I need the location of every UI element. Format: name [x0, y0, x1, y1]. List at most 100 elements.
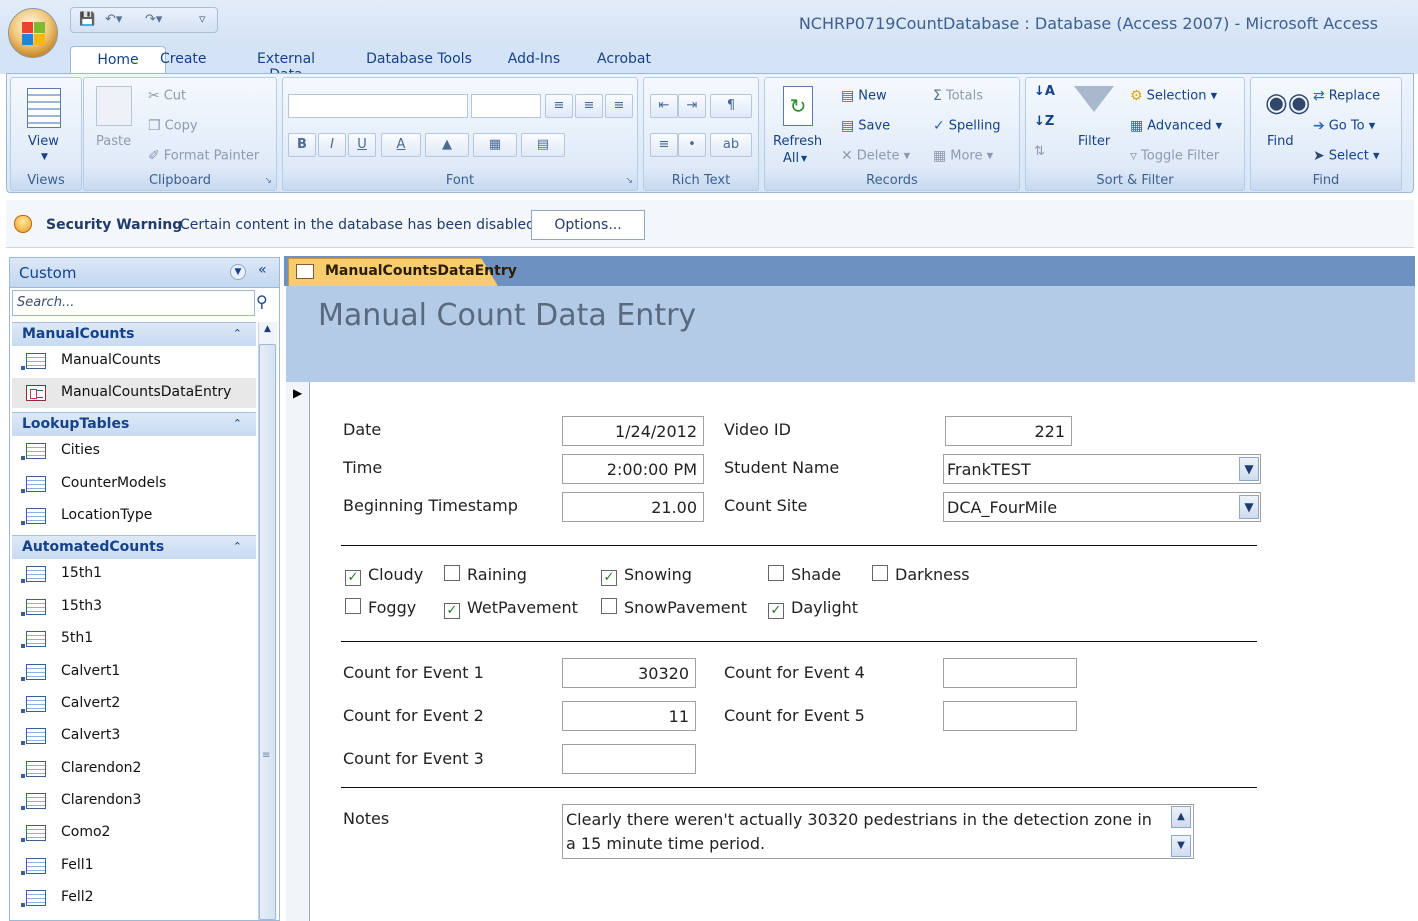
count-event-4-field[interactable] — [943, 658, 1077, 688]
time-field[interactable]: 2:00:00 PM — [562, 454, 704, 484]
increase-indent-icon[interactable]: ⇥ — [678, 94, 706, 118]
bold-button[interactable]: B — [288, 133, 316, 157]
nav-item-calvert3[interactable]: Calvert3 — [12, 721, 256, 751]
video-id-field[interactable]: 221 — [945, 416, 1072, 446]
bullets-icon[interactable]: • — [678, 133, 706, 157]
raining-checkbox[interactable]: Raining — [444, 565, 527, 584]
count-event-3-field[interactable] — [562, 744, 696, 774]
notes-textarea[interactable]: Clearly there weren't actually 30320 ped… — [562, 804, 1194, 859]
chevron-down-icon[interactable]: ▼ — [1239, 457, 1259, 481]
beginning-timestamp-label: Beginning Timestamp — [343, 496, 518, 515]
office-button[interactable] — [8, 8, 58, 58]
date-field[interactable]: 1/24/2012 — [562, 416, 704, 446]
shade-checkbox[interactable]: Shade — [768, 565, 841, 584]
fill-color-icon[interactable]: ▲ — [425, 133, 469, 157]
totals-label: Totals — [945, 88, 983, 104]
align-center-icon[interactable]: ≡ — [575, 94, 603, 118]
font-size-combo[interactable] — [471, 94, 541, 118]
italic-button[interactable]: I — [318, 133, 346, 157]
underline-button[interactable]: U — [348, 133, 376, 157]
gridlines-icon[interactable]: ▦ — [473, 133, 517, 157]
daylight-checkbox[interactable]: ✓ Daylight — [768, 598, 858, 619]
nav-item-calvert1[interactable]: Calvert1 — [12, 657, 256, 687]
record-selector[interactable] — [286, 382, 310, 921]
count-event-1-field[interactable]: 30320 — [562, 658, 696, 688]
font-name-combo[interactable] — [288, 94, 468, 118]
options-button[interactable]: Options... — [531, 210, 645, 240]
scrollbar-thumb[interactable] — [259, 344, 276, 920]
nav-item-fell2[interactable]: Fell2 — [12, 883, 256, 913]
nav-item-locationtype[interactable]: LocationType — [12, 501, 256, 531]
count-event-5-field[interactable] — [943, 701, 1077, 731]
nav-item-fell1[interactable]: Fell1 — [12, 851, 256, 881]
foggy-checkbox[interactable]: Foggy — [345, 598, 416, 617]
nav-group-automatedcounts[interactable]: AutomatedCounts ⌃ — [12, 535, 256, 559]
scroll-down-icon[interactable]: ▼ — [1171, 835, 1191, 857]
dialog-launcher-icon[interactable]: ↘ — [264, 176, 272, 186]
search-icon[interactable]: ⚲ — [256, 292, 268, 311]
nav-item-15th3[interactable]: 15th3 — [12, 592, 256, 622]
nav-pane-title[interactable]: Custom — [19, 264, 76, 282]
nav-item-como2[interactable]: Como2 — [12, 818, 256, 848]
tab-acrobat[interactable]: Acrobat — [596, 51, 652, 67]
align-right-icon[interactable]: ≡ — [605, 94, 633, 118]
form-title: Manual Count Data Entry — [318, 298, 697, 333]
checkbox-box: ✓ — [768, 603, 784, 619]
find-button[interactable]: Find — [1267, 134, 1294, 149]
collapse-icon: ⌃ — [232, 417, 242, 430]
filter-button[interactable]: Filter — [1078, 134, 1110, 149]
paragraph-direction-icon[interactable]: ¶ — [710, 94, 752, 118]
tab-database-tools[interactable]: Database Tools — [366, 51, 472, 67]
alternate-fill-icon[interactable]: ▤ — [521, 133, 565, 157]
count-site-combo[interactable]: DCA_FourMile — [943, 492, 1261, 522]
decrease-indent-icon[interactable]: ⇤ — [650, 94, 678, 118]
nav-item-countermodels[interactable]: CounterModels — [12, 469, 256, 499]
sort-descending-icon[interactable]: ↓Z — [1034, 114, 1054, 129]
snowing-checkbox[interactable]: ✓ Snowing — [601, 565, 692, 586]
nav-item-5th1[interactable]: 5th1 — [12, 624, 256, 654]
chevron-down-icon[interactable]: ▼ — [1239, 495, 1259, 519]
collapse-pane-icon[interactable]: « — [258, 262, 267, 278]
tab-home[interactable]: Home — [70, 46, 166, 76]
paste-button[interactable]: Paste — [96, 134, 131, 149]
snowpavement-checkbox[interactable]: SnowPavement — [601, 598, 747, 617]
scroll-up-icon[interactable]: ▲ — [259, 324, 276, 342]
nav-item-manualcountsdataentry[interactable]: ManualCountsDataEntry — [12, 378, 256, 408]
sort-ascending-icon[interactable]: ↓A — [1034, 84, 1055, 99]
table-icon — [21, 825, 46, 842]
table-icon — [21, 761, 46, 778]
nav-item-calvert2[interactable]: Calvert2 — [12, 689, 256, 719]
tab-create[interactable]: Create — [160, 51, 207, 67]
security-warning-message: Certain content in the database has been… — [180, 217, 536, 233]
nav-item-label: 5th1 — [61, 630, 94, 646]
nav-group-label: LookupTables — [22, 416, 130, 432]
student-name-combo[interactable]: FrankTEST — [943, 454, 1261, 484]
beginning-timestamp-field[interactable]: 21.00 — [562, 492, 704, 522]
nav-group-lookuptables[interactable]: LookupTables ⌃ — [12, 412, 256, 436]
nav-item-cities[interactable]: Cities — [12, 436, 256, 466]
nav-item-manualcounts[interactable]: ManualCounts — [12, 346, 256, 376]
darkness-checkbox[interactable]: Darkness — [872, 565, 970, 584]
numbering-icon[interactable]: ≡ — [650, 133, 678, 157]
wetpavement-checkbox[interactable]: ✓ WetPavement — [444, 598, 578, 619]
nav-search-input[interactable]: Search... — [12, 290, 255, 316]
scroll-up-icon[interactable]: ▲ — [1171, 806, 1191, 828]
view-button[interactable]: View — [28, 134, 59, 149]
align-left-icon[interactable]: ≡ — [545, 94, 573, 118]
chevron-down-icon[interactable]: ▼ — [230, 264, 246, 280]
nav-group-manualcounts[interactable]: ManualCounts ⌃ — [12, 322, 256, 346]
refresh-all-button[interactable]: Refresh — [773, 134, 822, 149]
font-color-button[interactable]: A — [381, 133, 421, 157]
nav-item-15th1[interactable]: 15th1 — [12, 559, 256, 589]
form-icon — [296, 264, 314, 279]
clear-sort-icon[interactable]: ⇅ — [1034, 144, 1045, 159]
dialog-launcher-icon[interactable]: ↘ — [625, 176, 633, 186]
highlight-icon[interactable]: ab — [710, 133, 752, 157]
nav-item-clarendon2[interactable]: Clarendon2 — [12, 754, 256, 784]
tab-add-ins[interactable]: Add-Ins — [506, 51, 562, 67]
nav-item-label: 15th1 — [61, 565, 103, 581]
nav-item-clarendon3[interactable]: Clarendon3 — [12, 786, 256, 816]
copy-icon: ❐ — [148, 118, 161, 134]
cloudy-checkbox[interactable]: ✓ Cloudy — [345, 565, 423, 586]
count-event-2-field[interactable]: 11 — [562, 701, 696, 731]
